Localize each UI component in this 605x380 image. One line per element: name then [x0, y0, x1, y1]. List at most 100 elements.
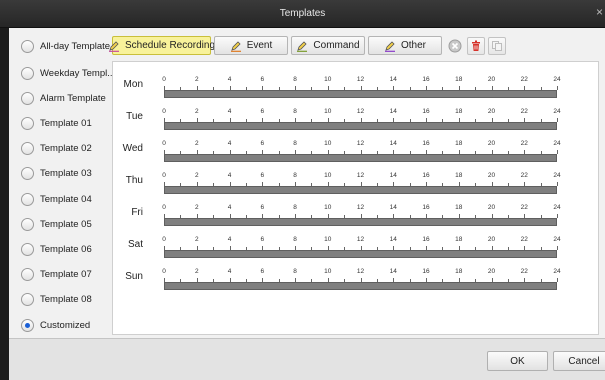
hour-tick-label: 14	[389, 140, 397, 147]
delete-icon[interactable]	[467, 37, 485, 55]
hour-tick-label: 10	[324, 268, 332, 275]
hour-tick-label: 18	[455, 108, 463, 115]
template-option[interactable]: Template 02	[21, 140, 92, 156]
template-option[interactable]: Template 08	[21, 291, 92, 307]
hour-tick-label: 16	[422, 204, 430, 211]
hour-tick-label: 16	[422, 108, 430, 115]
schedule-timeline-bar[interactable]	[164, 186, 557, 194]
event-label: Event	[246, 40, 273, 51]
template-label: All-day Template	[40, 40, 111, 52]
templates-window: Templates × All-day Template Weekday Temp…	[0, 0, 605, 380]
close-icon[interactable]: ×	[596, 5, 603, 19]
radio-button[interactable]	[21, 116, 34, 130]
copy-icon[interactable]	[488, 37, 506, 55]
radio-button[interactable]	[21, 192, 34, 206]
radio-button[interactable]	[21, 166, 34, 180]
hour-tick-label: 6	[260, 108, 265, 115]
clear-icon[interactable]	[446, 37, 464, 55]
hour-tick	[557, 214, 558, 218]
hour-tick-label: 6	[260, 140, 265, 147]
hour-tick-label: 0	[162, 140, 166, 147]
template-option[interactable]: Template 01	[21, 115, 92, 131]
template-option[interactable]: Template 04	[21, 191, 92, 207]
hour-tick-label: 22	[520, 108, 528, 115]
day-label: Tue	[126, 111, 143, 122]
radio-button[interactable]	[21, 292, 34, 306]
template-option[interactable]: All-day Template	[21, 38, 110, 54]
pencil-icon	[384, 40, 395, 52]
hour-tick	[557, 278, 558, 282]
hour-tick-label: 8	[293, 268, 297, 275]
hour-tick-label: 18	[455, 172, 463, 179]
hour-tick-label: 16	[422, 140, 430, 147]
dialog-footer: OK Cancel	[9, 338, 605, 380]
command-button[interactable]: Command	[291, 36, 365, 55]
radio-button[interactable]	[21, 318, 34, 332]
hour-tick-label: 20	[487, 236, 496, 243]
template-option[interactable]: Customized	[21, 317, 90, 333]
template-option[interactable]: Template 03	[21, 165, 92, 181]
hour-tick-label: 24	[553, 140, 561, 147]
hour-tick-label: 22	[520, 204, 528, 211]
hour-tick-label: 6	[260, 268, 265, 275]
radio-button[interactable]	[21, 66, 34, 80]
hour-tick-label: 2	[194, 140, 199, 147]
template-option[interactable]: Alarm Template	[21, 90, 106, 106]
template-label: Template 01	[40, 117, 92, 129]
schedule-timeline-bar[interactable]	[164, 282, 557, 290]
radio-button[interactable]	[21, 91, 34, 105]
hour-tick-label: 4	[227, 140, 232, 147]
hour-tick-label: 6	[260, 236, 265, 243]
radio-button[interactable]	[21, 267, 34, 281]
template-option[interactable]: Template 06	[21, 241, 92, 257]
radio-button[interactable]	[21, 39, 34, 53]
hour-tick-label: 24	[553, 236, 561, 243]
hour-tick-label: 18	[455, 236, 463, 243]
radio-button[interactable]	[21, 217, 34, 231]
hour-tick	[557, 182, 558, 186]
hour-tick-label: 0	[162, 236, 166, 243]
template-editor: All-day Template Weekday Templ... Alarm Te…	[9, 28, 605, 338]
ok-button[interactable]: OK	[487, 351, 548, 371]
hour-tick-label: 10	[324, 236, 332, 243]
hour-tick-label: 20	[487, 204, 496, 211]
schedule-timeline-bar[interactable]	[164, 250, 557, 258]
template-label: Template 04	[40, 193, 92, 205]
radio-button[interactable]	[21, 141, 34, 155]
template-label: Template 06	[40, 243, 92, 255]
hour-tick-label: 20	[487, 140, 496, 147]
cancel-button[interactable]: Cancel	[553, 351, 605, 371]
schedule-timeline-bar[interactable]	[164, 218, 557, 226]
hour-tick-label: 10	[324, 108, 332, 115]
schedule-timeline-bar[interactable]	[164, 122, 557, 130]
schedule-timeline-bar[interactable]	[164, 90, 557, 98]
hour-tick-label: 4	[227, 236, 232, 243]
hour-tick-label: 22	[520, 76, 528, 83]
hour-tick-label: 0	[162, 108, 166, 115]
schedule-recording-button[interactable]: Schedule Recording	[108, 36, 215, 55]
hour-tick-label: 6	[260, 76, 265, 83]
schedule-timeline-bar[interactable]	[164, 154, 557, 162]
template-option[interactable]: Template 05	[21, 216, 92, 232]
pencil-icon	[230, 40, 241, 52]
hour-tick-label: 12	[356, 76, 365, 83]
hour-tick-label: 18	[455, 140, 463, 147]
hour-tick-label: 16	[422, 236, 430, 243]
hour-tick-label: 14	[389, 108, 397, 115]
hour-tick-label: 12	[356, 172, 365, 179]
template-option[interactable]: Weekday Templ...	[21, 65, 115, 81]
template-label: Customized	[40, 319, 91, 331]
template-label: Template 07	[40, 268, 92, 280]
hour-tick-label: 8	[293, 76, 297, 83]
hour-tick-label: 8	[293, 108, 297, 115]
radio-button[interactable]	[21, 242, 34, 256]
hour-tick-label: 20	[487, 76, 496, 83]
template-option[interactable]: Template 07	[21, 266, 92, 282]
event-button[interactable]: Event	[214, 36, 288, 55]
hour-tick-label: 20	[487, 108, 496, 115]
hour-tick-label: 20	[487, 172, 496, 179]
hour-tick-label: 14	[389, 204, 397, 211]
hour-tick-label: 24	[553, 268, 561, 275]
other-button[interactable]: Other	[368, 36, 442, 55]
hour-tick-label: 6	[260, 172, 265, 179]
